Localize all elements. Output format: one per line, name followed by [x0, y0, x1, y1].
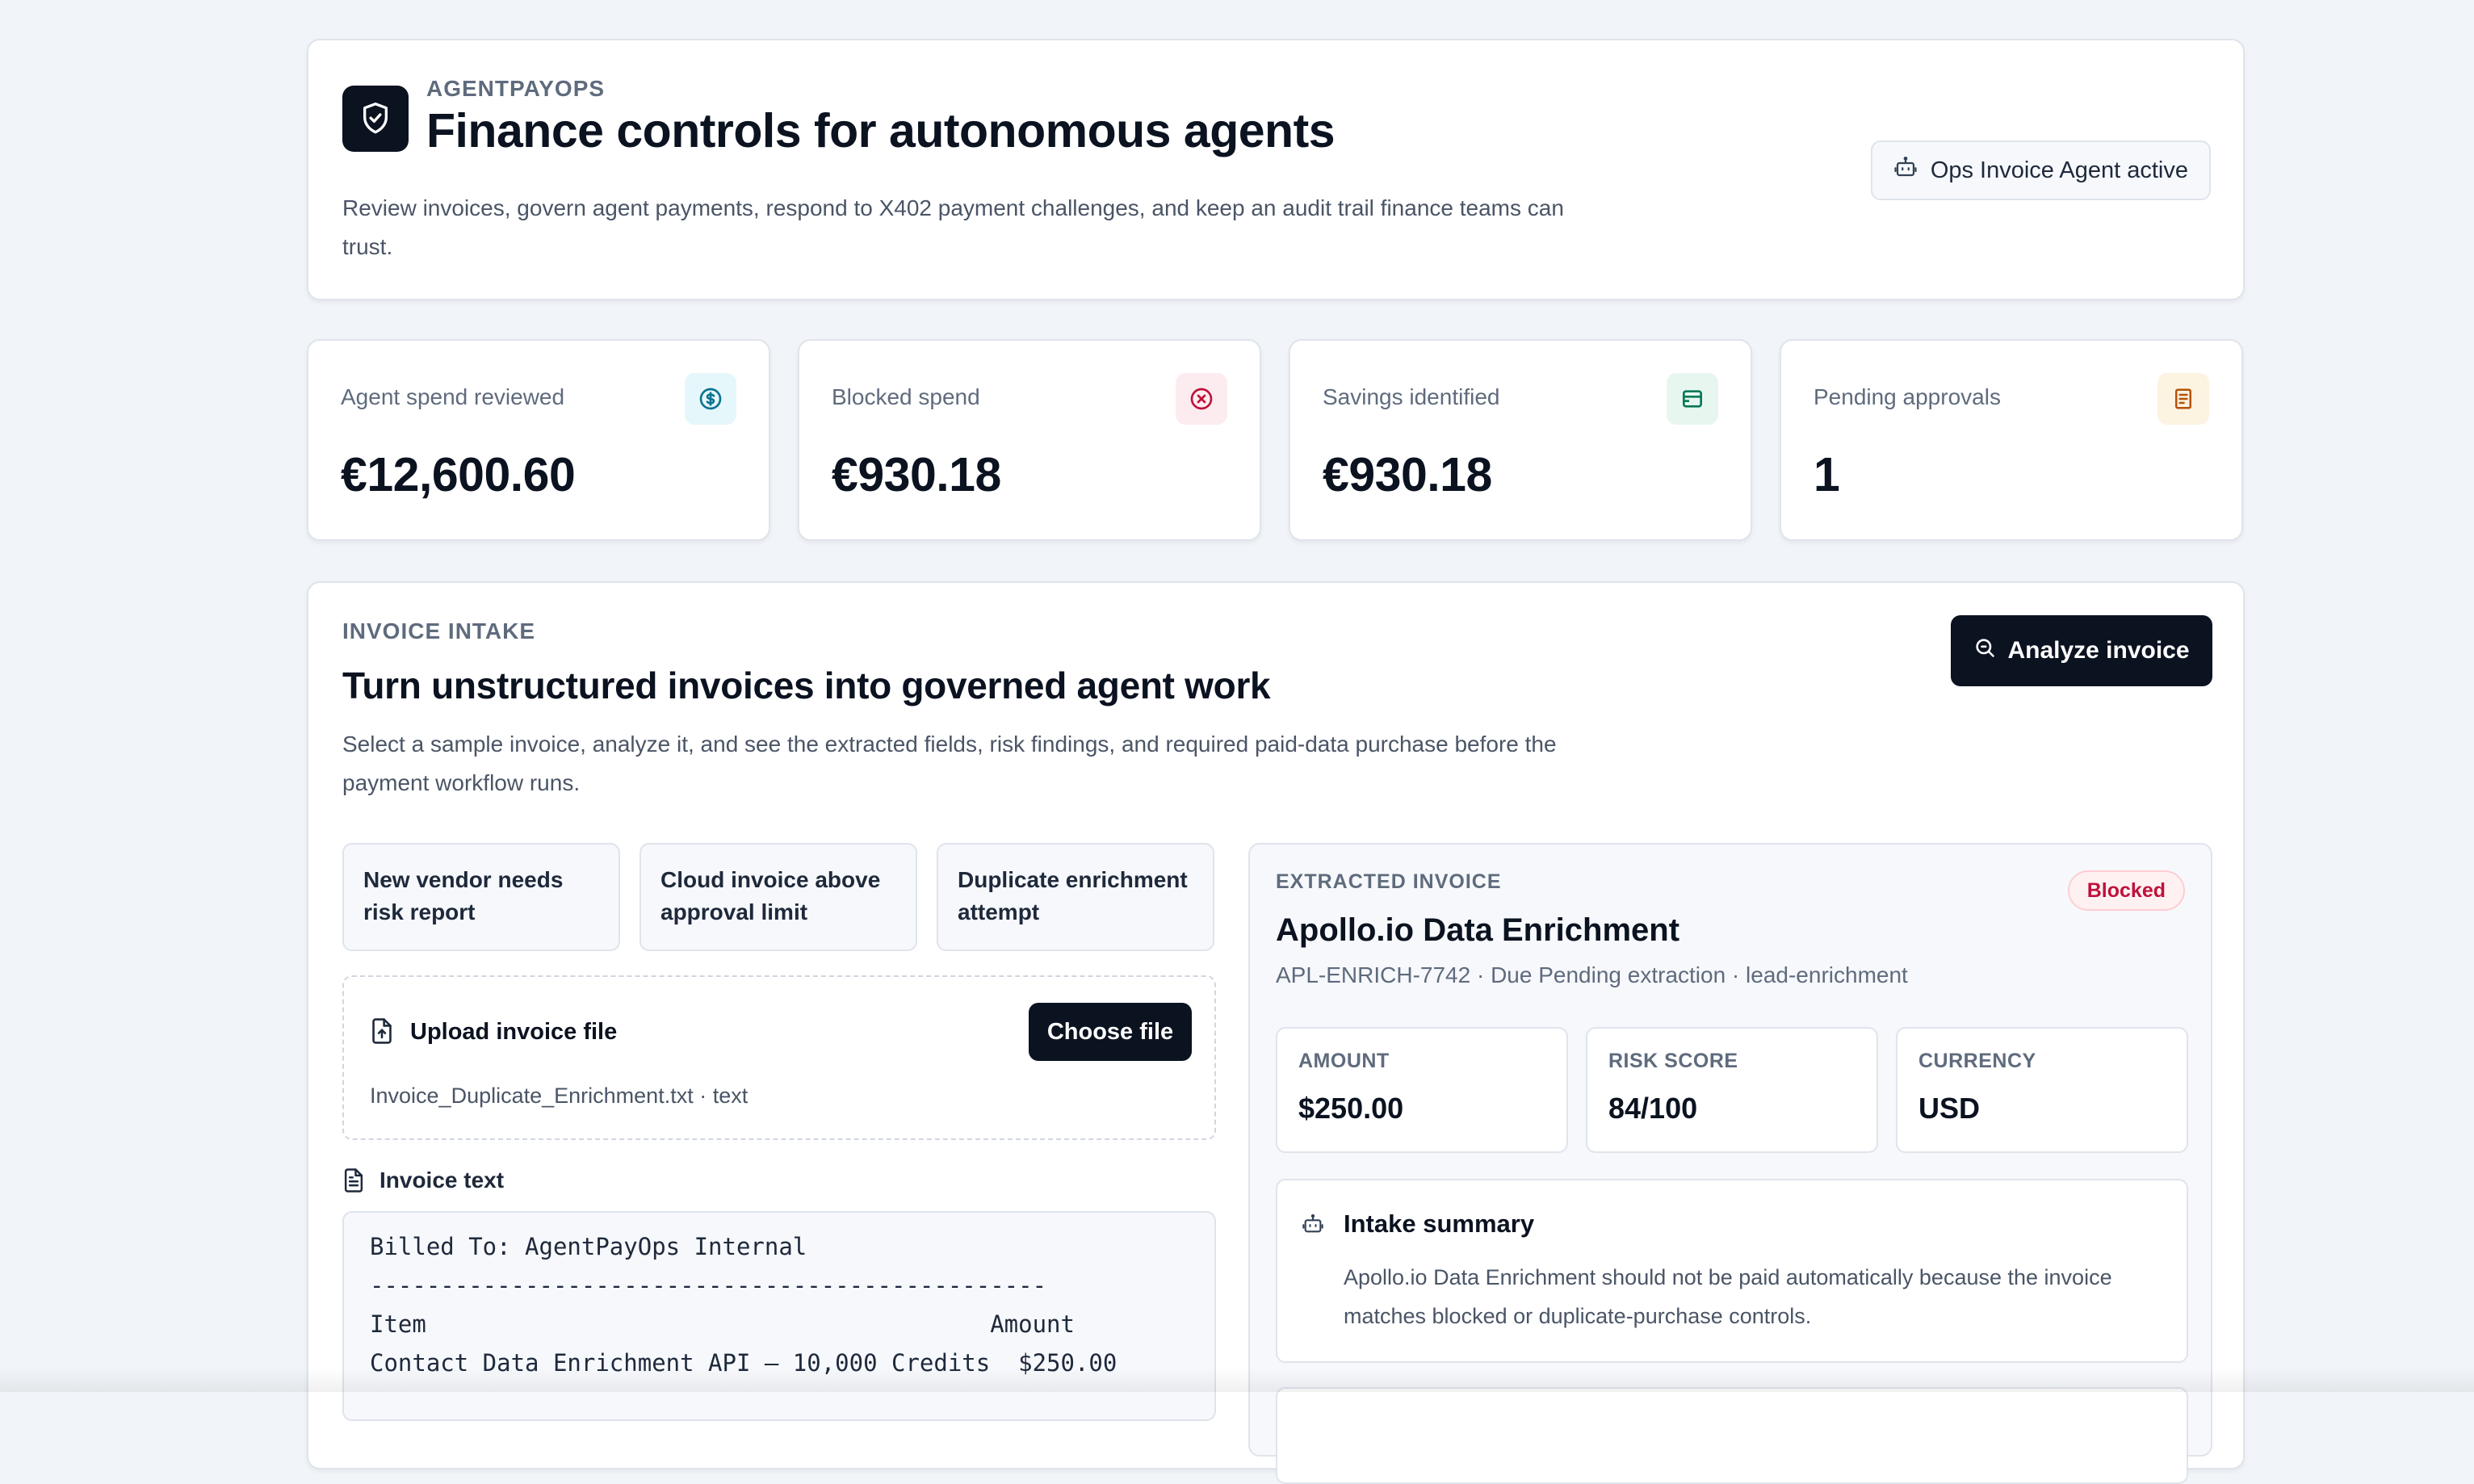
- page-title: Finance controls for autonomous agents: [426, 104, 1336, 157]
- uploaded-file-name: Invoice_Duplicate_Enrichment.txt · text: [370, 1084, 748, 1108]
- stat-label: Pending approvals: [1814, 384, 2001, 409]
- field-currency: CURRENCY USD: [1896, 1027, 2188, 1153]
- file-upload-icon: [370, 1017, 394, 1049]
- field-value: 84/100: [1608, 1092, 1698, 1125]
- header-card: AGENTPAYOPS Finance controls for autonom…: [307, 39, 2245, 300]
- intake-summary-card: Intake summary Apollo.io Data Enrichment…: [1276, 1179, 2188, 1363]
- analyze-invoice-label: Analyze invoice: [2007, 637, 2190, 664]
- field-label: RISK SCORE: [1608, 1050, 1738, 1072]
- analyze-invoice-button[interactable]: Analyze invoice: [1951, 615, 2212, 686]
- search-icon: [1973, 636, 1996, 665]
- brand-eyebrow: AGENTPAYOPS: [426, 76, 606, 101]
- upload-title: Upload invoice file: [410, 1019, 618, 1045]
- stat-card-savings: Savings identified €930.18: [1289, 339, 1752, 541]
- stat-card-pending-approvals: Pending approvals 1: [1780, 339, 2243, 541]
- field-value: $250.00: [1298, 1092, 1404, 1125]
- stat-card-blocked-spend: Blocked spend €930.18: [798, 339, 1261, 541]
- bottom-fade: [0, 1368, 2474, 1392]
- invoice-meta: APL-ENRICH-7742 · Due Pending extraction…: [1276, 962, 1908, 987]
- stat-value: €930.18: [832, 448, 1001, 501]
- invoice-text-label: Invoice text: [379, 1167, 505, 1193]
- invoice-intake-card: INVOICE INTAKE Turn unstructured invoice…: [307, 581, 2245, 1484]
- wallet-icon: [1667, 373, 1718, 425]
- status-badge: Blocked: [2067, 870, 2185, 911]
- sample-invoice-duplicate[interactable]: Duplicate enrichment attempt: [937, 843, 1214, 951]
- choose-file-button[interactable]: Choose file: [1029, 1003, 1192, 1061]
- field-amount: AMOUNT $250.00: [1276, 1027, 1568, 1153]
- field-value: USD: [1918, 1092, 1981, 1125]
- x-circle-icon: [1176, 373, 1227, 425]
- intake-description: Select a sample invoice, analyze it, and…: [342, 732, 1557, 795]
- summary-text: Apollo.io Data Enrichment should not be …: [1344, 1265, 2112, 1328]
- field-label: CURRENCY: [1918, 1050, 2036, 1072]
- robot-icon: [1302, 1213, 1324, 1239]
- field-risk-score: RISK SCORE 84/100: [1586, 1027, 1878, 1153]
- document-icon: [342, 1167, 365, 1197]
- upload-dropzone[interactable]: Upload invoice file Choose file Invoice_…: [342, 975, 1216, 1140]
- sample-invoice-new-vendor[interactable]: New vendor needs risk report: [342, 843, 620, 951]
- intake-eyebrow: INVOICE INTAKE: [342, 618, 536, 643]
- stat-label: Agent spend reviewed: [341, 384, 565, 409]
- extracted-eyebrow: EXTRACTED INVOICE: [1276, 870, 1502, 893]
- receipt-icon: [2157, 373, 2209, 425]
- agent-status-label: Ops Invoice Agent active: [1930, 157, 2188, 183]
- sample-invoice-cloud[interactable]: Cloud invoice above approval limit: [639, 843, 917, 951]
- field-label: AMOUNT: [1298, 1050, 1390, 1072]
- robot-icon: [1893, 155, 1918, 186]
- agent-status-badge[interactable]: Ops Invoice Agent active: [1870, 140, 2211, 200]
- summary-title: Intake summary: [1344, 1209, 1535, 1238]
- intake-title: Turn unstructured invoices into governed…: [342, 664, 1271, 706]
- page-description: Review invoices, govern agent payments, …: [342, 195, 1564, 259]
- extracted-invoice-panel: EXTRACTED INVOICE Blocked Apollo.io Data…: [1248, 843, 2212, 1484]
- dollar-circle-icon: [685, 373, 736, 425]
- vendor-name: Apollo.io Data Enrichment: [1276, 912, 1680, 948]
- shield-logo-icon: [342, 86, 409, 152]
- stat-label: Blocked spend: [832, 384, 980, 409]
- stat-value: €12,600.60: [341, 448, 576, 501]
- stat-value: €930.18: [1323, 448, 1492, 501]
- stat-label: Savings identified: [1323, 384, 1500, 409]
- stat-value: 1: [1814, 448, 1840, 501]
- stat-card-agent-spend: Agent spend reviewed €12,600.60: [307, 339, 770, 541]
- next-card-edge: [1276, 1387, 2188, 1484]
